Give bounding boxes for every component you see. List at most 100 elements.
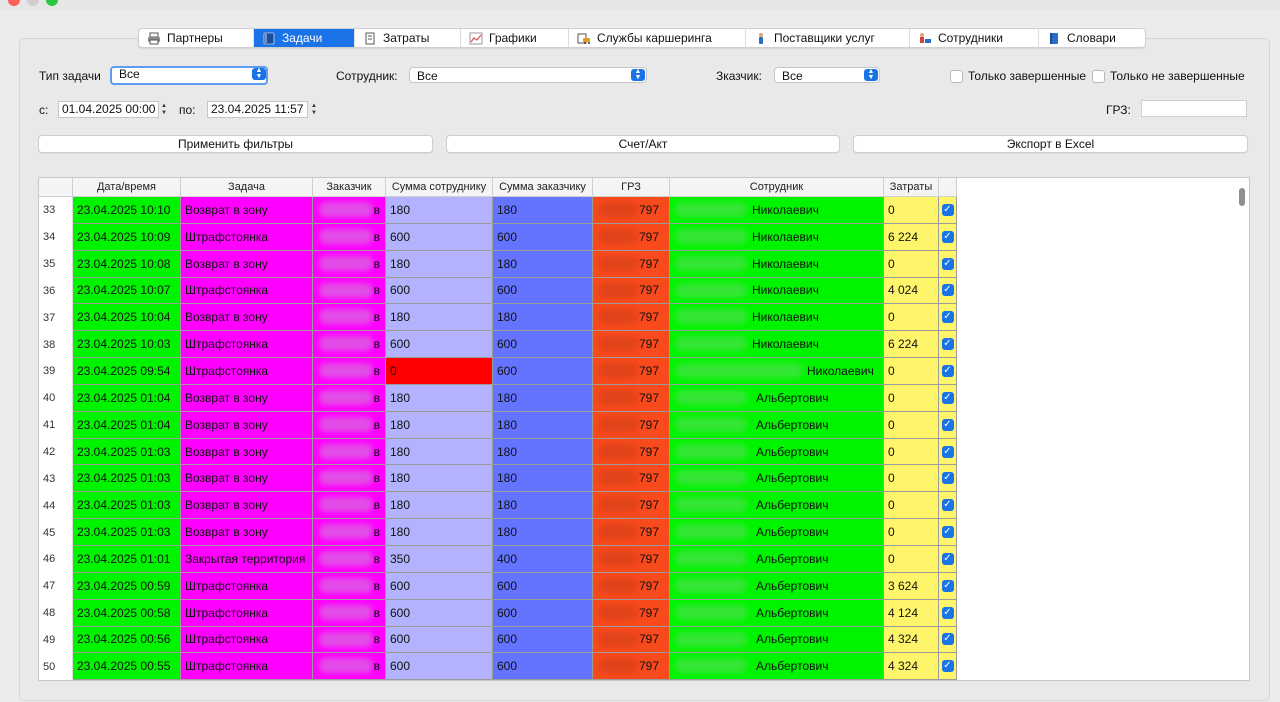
task-cell[interactable]: Закрытая территория (181, 545, 313, 573)
sum-customer-cell[interactable]: 600 (493, 331, 593, 359)
task-cell[interactable]: Возврат в зону (181, 438, 313, 466)
checkmark-icon[interactable]: ✓ (941, 338, 954, 351)
checkmark-icon[interactable]: ✓ (941, 606, 954, 619)
date-cell[interactable]: 23.04.2025 10:07 (73, 277, 181, 305)
checkmark-icon[interactable]: ✓ (941, 418, 954, 431)
tab-2[interactable]: Задачи (254, 29, 355, 47)
sum-employee-cell[interactable]: 180 (386, 492, 493, 520)
tab-5[interactable]: Службы каршеринга (569, 29, 746, 47)
column-header[interactable]: Сумма сотруднику (386, 178, 493, 196)
cost-cell[interactable]: 0 (884, 519, 939, 546)
date-cell[interactable]: 23.04.2025 01:03 (73, 465, 181, 493)
sum-customer-cell[interactable]: 180 (493, 411, 593, 439)
table-row[interactable]: 42 23.04.2025 01:03 Возврат в зону в 180 180 7… (39, 438, 957, 466)
table-row[interactable]: 46 23.04.2025 01:01 Закрытая территория в 35… (39, 545, 957, 573)
checkmark-icon[interactable]: ✓ (941, 203, 954, 216)
checkmark-icon[interactable]: ✓ (941, 579, 954, 592)
customer-cell[interactable]: в (313, 599, 386, 627)
grz-cell[interactable]: 797 (593, 492, 670, 520)
customer-cell[interactable]: в (313, 411, 386, 439)
done-cell[interactable]: ✓ (939, 411, 957, 439)
done-cell[interactable]: ✓ (939, 331, 957, 359)
sum-employee-cell[interactable]: 180 (386, 384, 493, 412)
sum-employee-cell[interactable]: 180 (386, 465, 493, 493)
checkmark-icon[interactable]: ✓ (941, 472, 954, 485)
sum-employee-cell[interactable]: 180 (386, 438, 493, 466)
sum-employee-cell[interactable]: 600 (386, 572, 493, 600)
customer-cell[interactable]: в (313, 277, 386, 305)
employee-cell[interactable]: Альбертович (670, 653, 884, 680)
employee-cell[interactable]: Николаевич (670, 358, 884, 385)
customer-cell[interactable]: в (313, 250, 386, 278)
task-type-select[interactable]: Все ▲ ▼ (110, 66, 268, 85)
customer-cell[interactable]: в (313, 331, 386, 359)
invoice-act-button[interactable]: Счет/Акт (446, 135, 840, 153)
employee-cell[interactable]: Альбертович (670, 545, 884, 573)
sum-customer-cell[interactable]: 600 (493, 358, 593, 385)
tab-6[interactable]: Поставщики услуг (746, 29, 910, 47)
checkmark-icon[interactable]: ✓ (941, 499, 954, 512)
employee-cell[interactable]: Альбертович (670, 519, 884, 546)
done-column-header[interactable] (939, 178, 957, 196)
table-row[interactable]: 48 23.04.2025 00:58 Штрафстоянка в 600 600 797… (39, 599, 957, 627)
customer-cell[interactable]: в (313, 545, 386, 573)
checkmark-icon[interactable]: ✓ (941, 526, 954, 539)
column-header[interactable]: ГРЗ (593, 178, 670, 196)
sum-employee-cell[interactable]: 600 (386, 653, 493, 680)
export-excel-button[interactable]: Экспорт в Excel (853, 135, 1248, 153)
checkmark-icon[interactable]: ✓ (941, 445, 954, 458)
checkmark-icon[interactable]: ✓ (941, 633, 954, 646)
customer-cell[interactable]: в (313, 304, 386, 332)
employee-cell[interactable]: Альбертович (670, 411, 884, 439)
checkmark-icon[interactable]: ✓ (941, 257, 954, 270)
employee-cell[interactable]: Николаевич (670, 223, 884, 251)
customer-cell[interactable]: в (313, 626, 386, 654)
done-cell[interactable]: ✓ (939, 384, 957, 412)
column-header[interactable]: Задача (181, 178, 313, 196)
grz-input[interactable] (1141, 100, 1247, 117)
done-cell[interactable]: ✓ (939, 465, 957, 493)
checkmark-icon[interactable]: ✓ (941, 364, 954, 377)
employee-cell[interactable]: Альбертович (670, 572, 884, 600)
sum-customer-cell[interactable]: 180 (493, 384, 593, 412)
table-row[interactable]: 39 23.04.2025 09:54 Штрафстоянка в 0 600 797 Ни… (39, 358, 957, 385)
date-cell[interactable]: 23.04.2025 01:01 (73, 545, 181, 573)
date-cell[interactable]: 23.04.2025 01:03 (73, 519, 181, 546)
grz-cell[interactable]: 797 (593, 572, 670, 600)
date-cell[interactable]: 23.04.2025 01:03 (73, 492, 181, 520)
table-row[interactable]: 37 23.04.2025 10:04 Возврат в зону в 180 180 7… (39, 304, 957, 332)
cost-cell[interactable]: 0 (884, 250, 939, 278)
date-cell[interactable]: 23.04.2025 10:04 (73, 304, 181, 332)
grz-cell[interactable]: 797 (593, 438, 670, 466)
table-row[interactable]: 38 23.04.2025 10:03 Штрафстоянка в 600 600 797… (39, 331, 957, 359)
date-to-stepper-icon[interactable]: ▲ ▼ (310, 101, 318, 118)
task-cell[interactable]: Возврат в зону (181, 197, 313, 224)
table-row[interactable]: 47 23.04.2025 00:59 Штрафстоянка в 600 600 797… (39, 572, 957, 600)
column-header[interactable]: Затраты (884, 178, 939, 196)
tab-7[interactable]: Сотрудники (910, 29, 1039, 47)
sum-employee-cell[interactable]: 180 (386, 304, 493, 332)
customer-cell[interactable]: в (313, 653, 386, 680)
grz-cell[interactable]: 797 (593, 223, 670, 251)
done-cell[interactable]: ✓ (939, 653, 957, 680)
sum-employee-cell[interactable]: 180 (386, 250, 493, 278)
task-cell[interactable]: Штрафстоянка (181, 572, 313, 600)
grz-cell[interactable]: 797 (593, 250, 670, 278)
date-to-input[interactable]: 23.04.2025 11:57 (207, 101, 308, 118)
cost-cell[interactable]: 0 (884, 465, 939, 493)
cost-cell[interactable]: 0 (884, 411, 939, 439)
sum-employee-cell[interactable]: 600 (386, 277, 493, 305)
table-row[interactable]: 34 23.04.2025 10:09 Штрафстоянка в 600 600 797… (39, 223, 957, 251)
column-header[interactable]: Дата/время (73, 178, 181, 196)
customer-cell[interactable]: в (313, 492, 386, 520)
cost-cell[interactable]: 4 024 (884, 277, 939, 305)
sum-customer-cell[interactable]: 600 (493, 599, 593, 627)
employee-cell[interactable]: Николаевич (670, 197, 884, 224)
task-cell[interactable]: Штрафстоянка (181, 653, 313, 680)
sum-employee-cell[interactable]: 350 (386, 545, 493, 573)
customer-cell[interactable]: в (313, 197, 386, 224)
sum-employee-cell[interactable]: 600 (386, 626, 493, 654)
table-row[interactable]: 44 23.04.2025 01:03 Возврат в зону в 180 180 7… (39, 492, 957, 520)
sum-customer-cell[interactable]: 180 (493, 519, 593, 546)
grz-cell[interactable]: 797 (593, 384, 670, 412)
